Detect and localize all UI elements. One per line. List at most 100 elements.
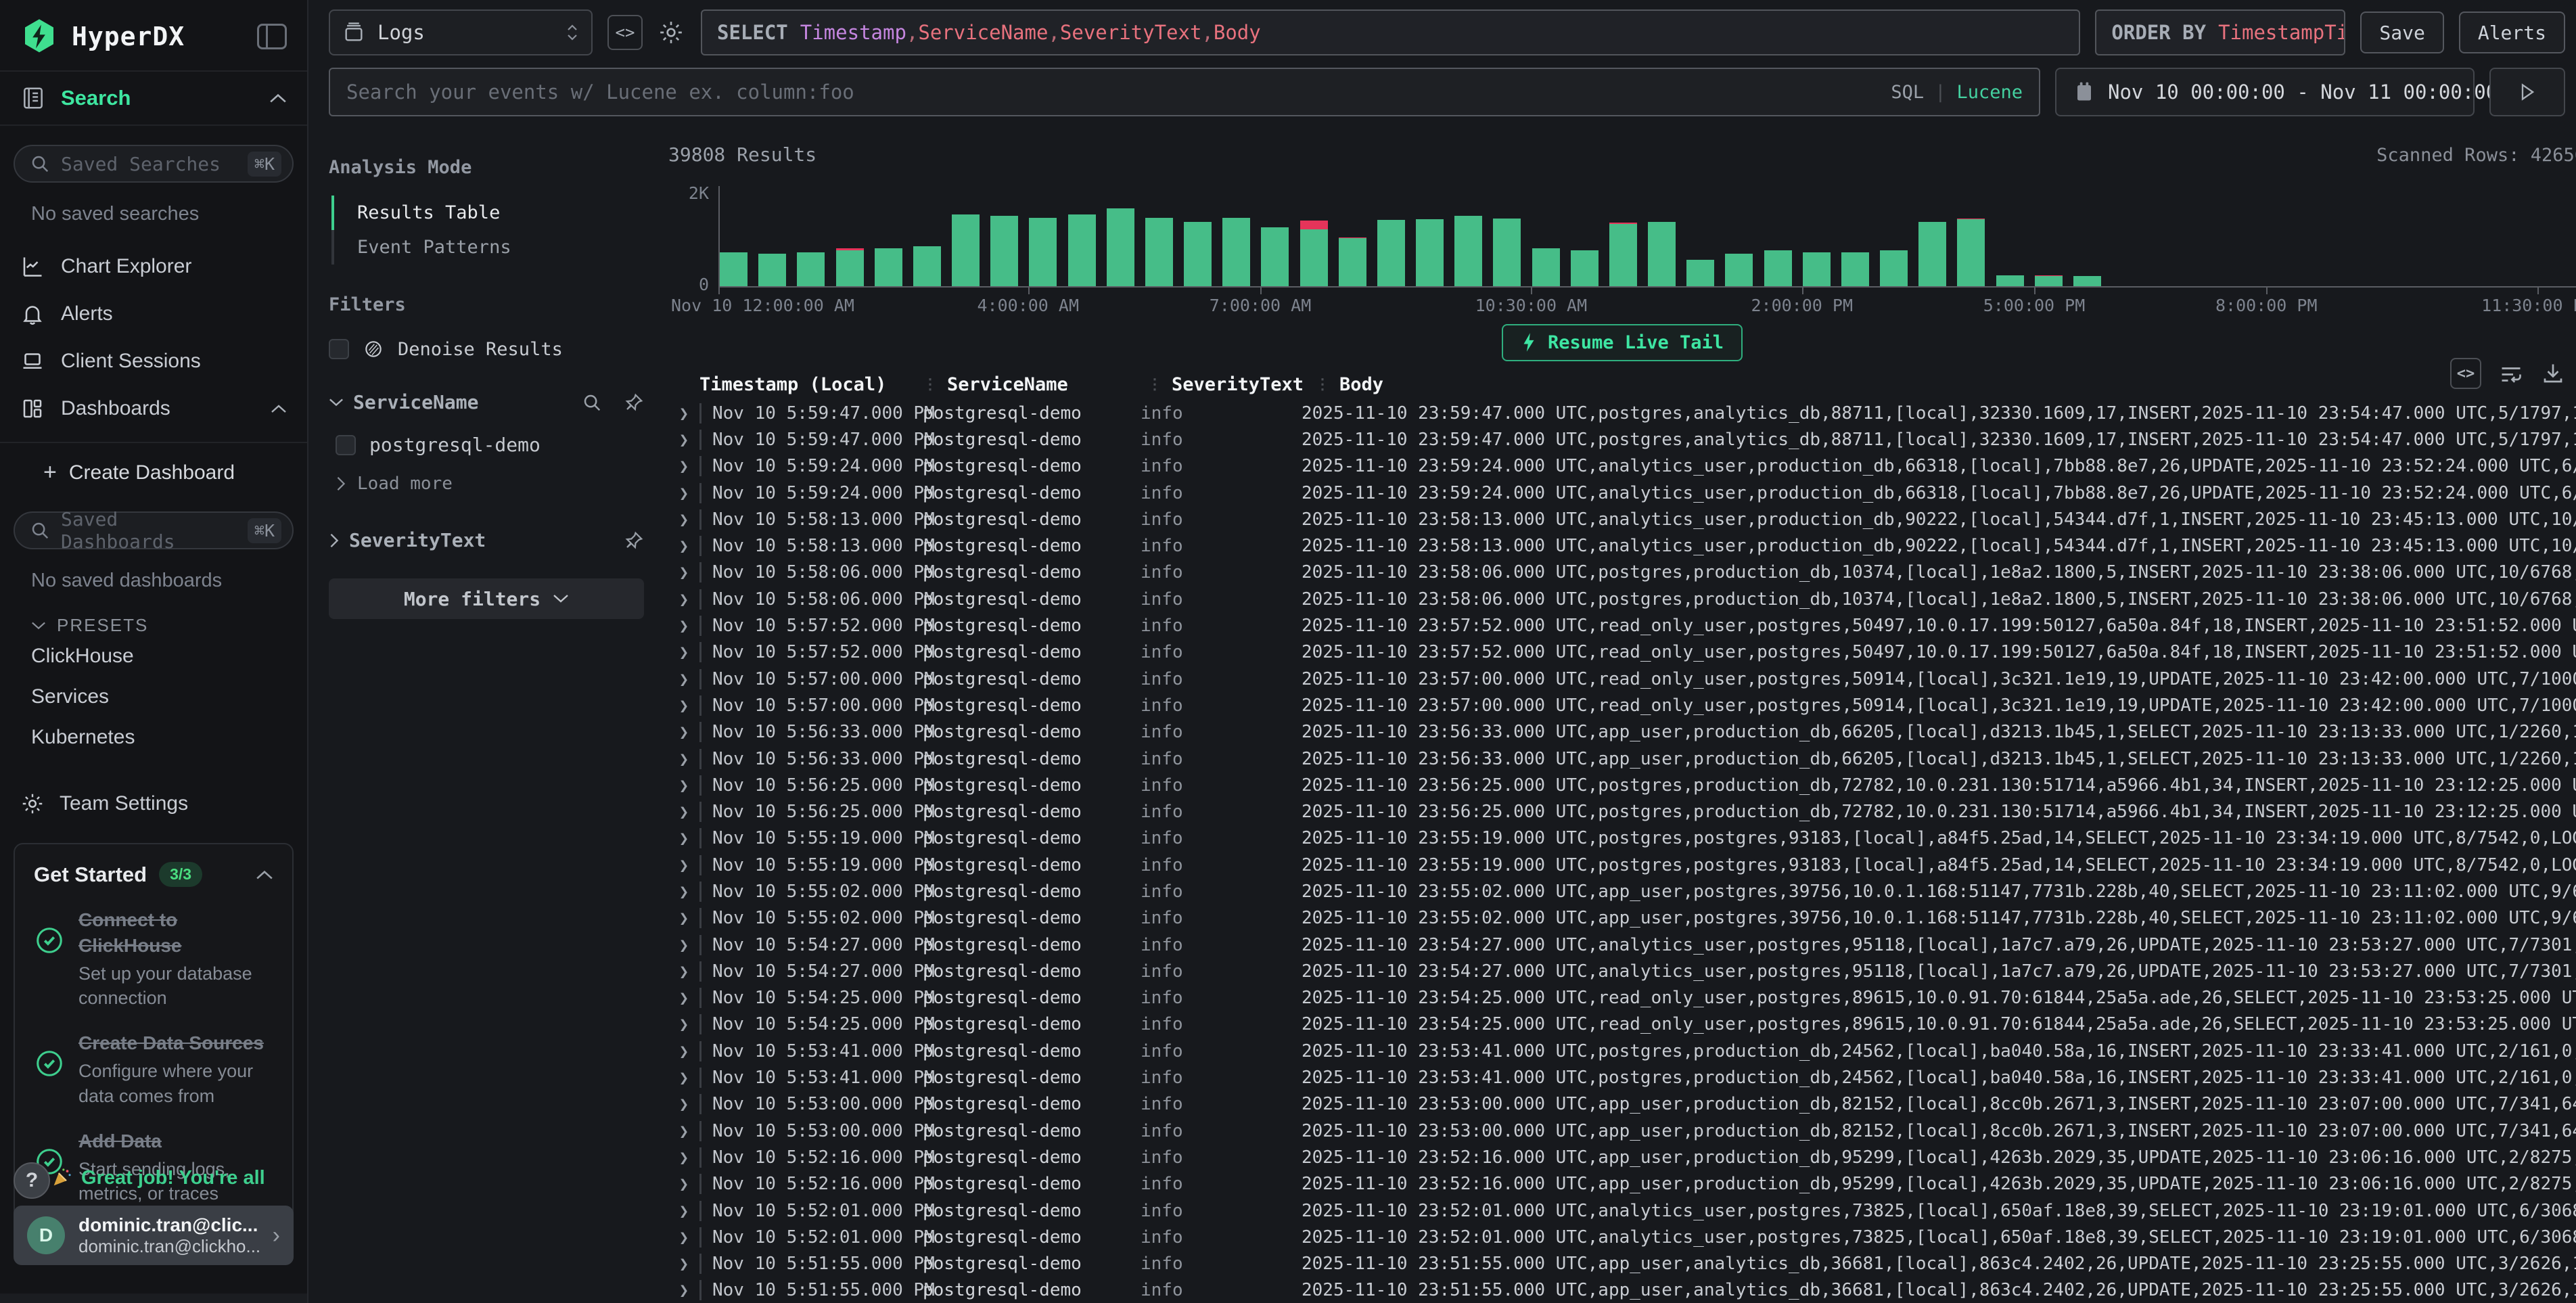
expand-row-icon[interactable]: ❯: [668, 1228, 699, 1247]
preset-clickhouse[interactable]: ClickHouse: [0, 636, 307, 677]
histogram-bar[interactable]: [1803, 252, 1831, 286]
saved-dashboards-input[interactable]: Saved Dashboards ⌘K: [14, 511, 294, 549]
raw-mode-icon[interactable]: <>: [2450, 358, 2481, 389]
pin-icon[interactable]: [624, 530, 644, 551]
sidebar-item-chart-explorer[interactable]: Chart Explorer: [0, 243, 307, 290]
sql-toggle[interactable]: SQL: [1891, 82, 1924, 103]
expand-row-icon[interactable]: ❯: [668, 829, 699, 848]
histogram-bar[interactable]: [1107, 208, 1134, 286]
expand-row-icon[interactable]: ❯: [668, 909, 699, 928]
histogram-bar[interactable]: [1454, 216, 1482, 286]
expand-row-icon[interactable]: ❯: [668, 643, 699, 662]
histogram-plot[interactable]: [718, 186, 2576, 288]
table-row[interactable]: ❯Nov 10 5:52:16.000 PMpostgresql-demoinf…: [668, 1144, 2576, 1170]
histogram-bar[interactable]: [1416, 219, 1444, 286]
expand-row-icon[interactable]: ❯: [668, 1068, 699, 1087]
more-filters-button[interactable]: More filters: [329, 578, 644, 619]
col-servicename[interactable]: ServiceName: [947, 374, 1147, 395]
histogram-bar[interactable]: [1339, 237, 1366, 287]
table-row[interactable]: ❯Nov 10 5:52:01.000 PMpostgresql-demoinf…: [668, 1197, 2576, 1224]
expand-row-icon[interactable]: ❯: [668, 430, 699, 449]
table-row[interactable]: ❯Nov 10 5:55:02.000 PMpostgresql-demoinf…: [668, 878, 2576, 905]
histogram-bar[interactable]: [990, 216, 1018, 286]
expand-row-icon[interactable]: ❯: [668, 1174, 699, 1193]
collapse-sidebar-icon[interactable]: [257, 24, 287, 49]
resume-live-tail-button[interactable]: Resume Live Tail: [1502, 324, 1743, 361]
facet-search-icon[interactable]: [582, 392, 602, 413]
table-row[interactable]: ❯Nov 10 5:57:52.000 PMpostgresql-demoinf…: [668, 612, 2576, 639]
histogram-bar[interactable]: [1571, 250, 1598, 286]
histogram-bar[interactable]: [2073, 276, 2101, 286]
column-resize-handle[interactable]: ⋮: [1147, 376, 1162, 393]
expand-row-icon[interactable]: ❯: [668, 1148, 699, 1167]
run-query-button[interactable]: [2489, 68, 2565, 116]
expand-row-icon[interactable]: ❯: [668, 936, 699, 955]
table-row[interactable]: ❯Nov 10 5:57:00.000 PMpostgresql-demoinf…: [668, 692, 2576, 718]
histogram-bar[interactable]: [952, 214, 980, 286]
chevron-up-icon[interactable]: [256, 869, 273, 880]
table-row[interactable]: ❯Nov 10 5:53:41.000 PMpostgresql-demoinf…: [668, 1038, 2576, 1064]
col-timestamp[interactable]: Timestamp (Local): [699, 374, 923, 395]
table-row[interactable]: ❯Nov 10 5:57:52.000 PMpostgresql-demoinf…: [668, 639, 2576, 666]
select-query-input[interactable]: SELECT Timestamp,ServiceName,SeverityTex…: [701, 9, 2080, 55]
histogram-bar[interactable]: [875, 248, 902, 286]
histogram-bar[interactable]: [1532, 248, 1560, 286]
get-started-item[interactable]: Create Data SourcesConfigure where your …: [34, 1030, 273, 1108]
table-row[interactable]: ❯Nov 10 5:56:25.000 PMpostgresql-demoinf…: [668, 798, 2576, 825]
expand-row-icon[interactable]: ❯: [668, 882, 699, 901]
col-body[interactable]: Body: [1339, 374, 1383, 395]
table-row[interactable]: ❯Nov 10 5:54:25.000 PMpostgresql-demoinf…: [668, 1011, 2576, 1038]
sidebar-item-client-sessions[interactable]: Client Sessions: [0, 338, 307, 385]
language-toggle[interactable]: SQL | Lucene: [1891, 82, 2023, 103]
wrap-lines-icon[interactable]: [2499, 361, 2523, 386]
histogram-bar[interactable]: [1957, 219, 1985, 286]
alerts-button[interactable]: Alerts: [2459, 12, 2565, 53]
table-row[interactable]: ❯Nov 10 5:55:02.000 PMpostgresql-demoinf…: [668, 905, 2576, 932]
pin-icon[interactable]: [624, 392, 644, 413]
histogram-bar[interactable]: [1261, 227, 1289, 286]
histogram-bar[interactable]: [1300, 221, 1328, 286]
column-resize-handle[interactable]: ⋮: [1315, 376, 1330, 393]
expand-row-icon[interactable]: ❯: [668, 510, 699, 529]
expand-row-icon[interactable]: ❯: [668, 696, 699, 715]
source-select[interactable]: Logs: [329, 9, 593, 55]
table-row[interactable]: ❯Nov 10 5:54:27.000 PMpostgresql-demoinf…: [668, 932, 2576, 958]
download-icon[interactable]: [2541, 361, 2565, 386]
table-row[interactable]: ❯Nov 10 5:56:33.000 PMpostgresql-demoinf…: [668, 746, 2576, 772]
histogram-bar[interactable]: [1184, 222, 1212, 286]
histogram-bar[interactable]: [1841, 252, 1869, 286]
expand-row-icon[interactable]: ❯: [668, 404, 699, 423]
table-row[interactable]: ❯Nov 10 5:51:55.000 PMpostgresql-demoinf…: [668, 1277, 2576, 1303]
date-range-picker[interactable]: Nov 10 00:00:00 - Nov 11 00:00:00: [2055, 68, 2475, 116]
facet-value-postgresql-demo[interactable]: postgresql-demo: [336, 434, 644, 456]
table-row[interactable]: ❯Nov 10 5:56:25.000 PMpostgresql-demoinf…: [668, 772, 2576, 798]
saved-searches-input[interactable]: Saved Searches ⌘K: [14, 145, 294, 183]
expand-row-icon[interactable]: ❯: [668, 670, 699, 689]
table-row[interactable]: ❯Nov 10 5:52:01.000 PMpostgresql-demoinf…: [668, 1224, 2576, 1250]
histogram-bar[interactable]: [1609, 223, 1637, 286]
denoise-results-option[interactable]: Denoise Results: [329, 338, 644, 360]
gear-icon[interactable]: [658, 19, 685, 46]
table-row[interactable]: ❯Nov 10 5:59:47.000 PMpostgresql-demoinf…: [668, 400, 2576, 426]
table-row[interactable]: ❯Nov 10 5:59:47.000 PMpostgresql-demoinf…: [668, 426, 2576, 453]
histogram-bar[interactable]: [836, 248, 864, 286]
table-row[interactable]: ❯Nov 10 5:59:24.000 PMpostgresql-demoinf…: [668, 480, 2576, 506]
histogram-bar[interactable]: [1648, 222, 1676, 286]
table-row[interactable]: ❯Nov 10 5:53:41.000 PMpostgresql-demoinf…: [668, 1064, 2576, 1091]
expand-row-icon[interactable]: ❯: [668, 962, 699, 981]
expand-row-icon[interactable]: ❯: [668, 484, 699, 503]
expand-row-icon[interactable]: ❯: [668, 988, 699, 1007]
help-button[interactable]: ?: [14, 1162, 50, 1199]
histogram-bar[interactable]: [1686, 260, 1714, 286]
sidebar-item-dashboards[interactable]: Dashboards: [0, 385, 307, 432]
mode-results-table[interactable]: Results Table: [334, 196, 644, 230]
table-row[interactable]: ❯Nov 10 5:55:19.000 PMpostgresql-demoinf…: [668, 825, 2576, 852]
histogram-bar[interactable]: [1996, 275, 2024, 286]
chevron-up-icon[interactable]: [271, 404, 287, 413]
table-row[interactable]: ❯Nov 10 5:54:25.000 PMpostgresql-demoinf…: [668, 985, 2576, 1011]
expand-row-icon[interactable]: ❯: [668, 723, 699, 741]
table-row[interactable]: ❯Nov 10 5:55:19.000 PMpostgresql-demoinf…: [668, 852, 2576, 878]
expand-row-icon[interactable]: ❯: [668, 563, 699, 582]
expand-row-icon[interactable]: ❯: [668, 856, 699, 875]
histogram-bar[interactable]: [2035, 275, 2063, 286]
